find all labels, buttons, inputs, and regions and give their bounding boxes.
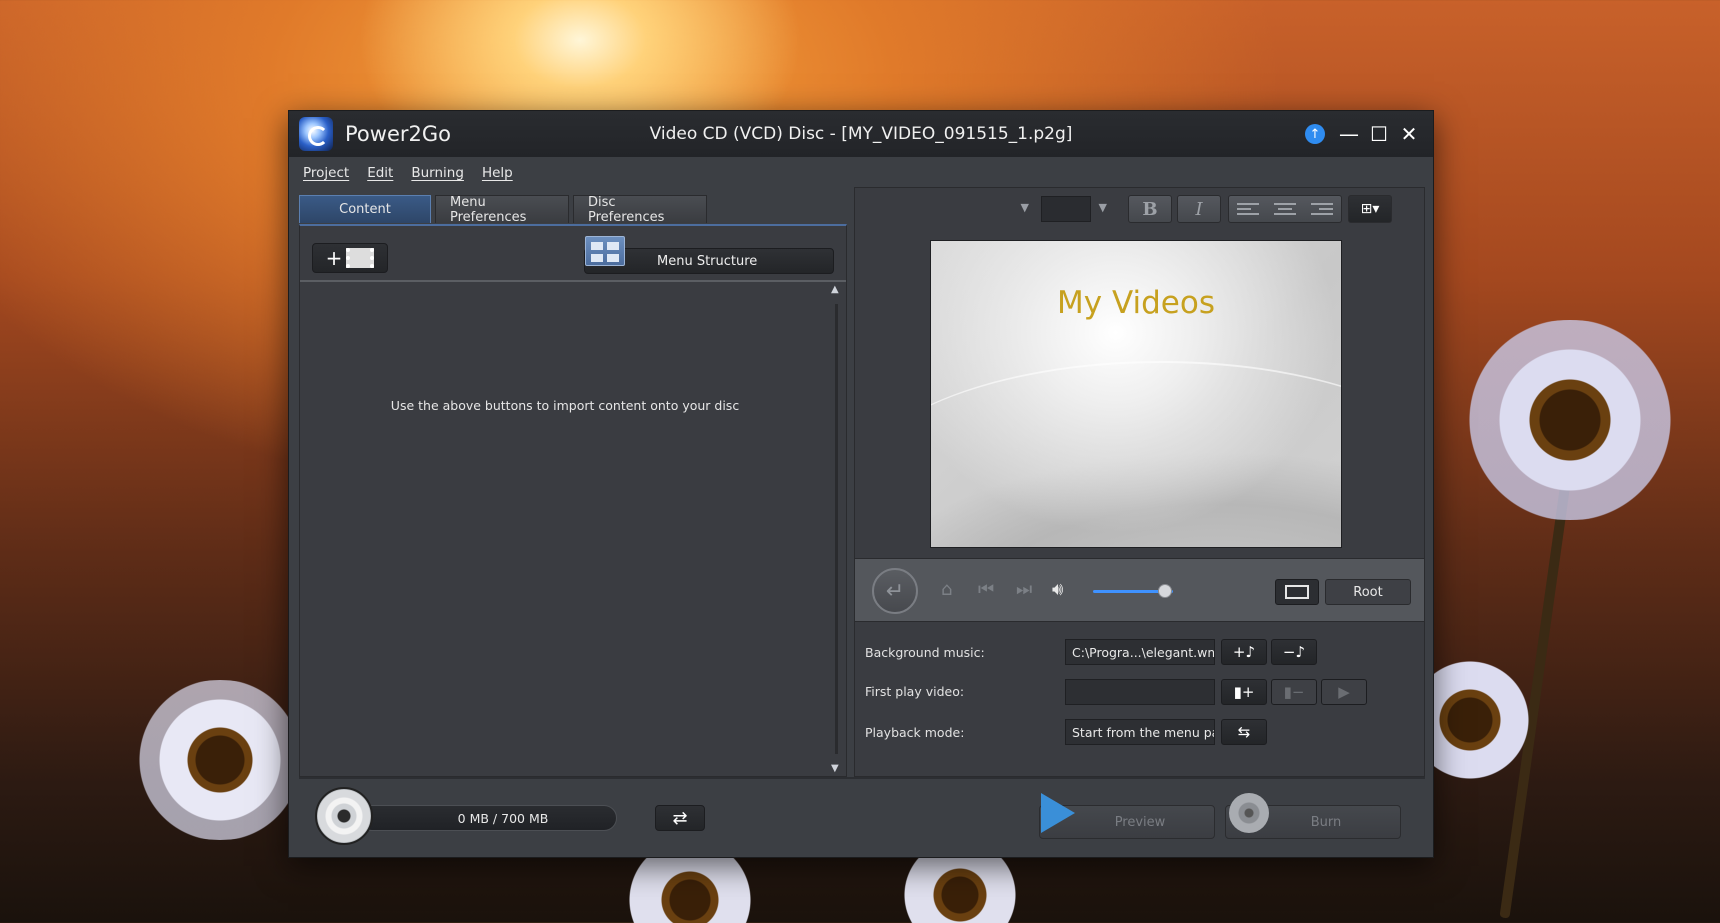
menu-project[interactable]: Project: [303, 165, 349, 187]
disc-status-bar: 0 MB / 700 MB ⇄ Preview Burn: [299, 777, 1425, 849]
preview-player-bar: ↵ ⌂ ⏮ ⏭ 🔊︎ Root: [855, 558, 1424, 622]
background-music-field[interactable]: C:\Progra...\elegant.wma: [1065, 639, 1215, 665]
volume-icon[interactable]: 🔊︎: [1052, 579, 1063, 600]
chevron-down-icon: ▼: [1020, 201, 1029, 214]
back-button[interactable]: ↵: [872, 568, 918, 614]
maximize-icon: ☐: [1370, 122, 1388, 146]
title-bar[interactable]: Power2Go Video CD (VCD) Disc - [MY_VIDEO…: [289, 111, 1433, 157]
playback-mode-field[interactable]: Start from the menu pa...: [1065, 719, 1215, 745]
remove-film-icon: ▮−: [1283, 683, 1305, 701]
grid-layout-icon: ⊞▾: [1360, 201, 1380, 217]
disc-capacity-bar: 0 MB / 700 MB: [359, 805, 617, 831]
return-icon: ↵: [885, 578, 905, 604]
previous-icon[interactable]: ⏮: [978, 579, 994, 600]
app-name: Power2Go: [345, 122, 451, 146]
maximize-button[interactable]: ☐: [1365, 121, 1393, 147]
swap-arrows-icon: ⇄: [672, 807, 688, 829]
italic-button[interactable]: I: [1177, 195, 1221, 223]
empty-content-hint: Use the above buttons to import content …: [390, 398, 740, 413]
background-daisy: [1440, 320, 1700, 520]
menu-edit[interactable]: Edit: [367, 165, 393, 187]
tab-content[interactable]: Content: [299, 195, 431, 223]
disc-type-switch-button[interactable]: ⇄: [655, 805, 705, 831]
film-icon: [346, 248, 375, 268]
alignment-group: [1228, 195, 1342, 223]
add-film-icon: ▮+: [1233, 683, 1255, 701]
update-button[interactable]: ↑: [1301, 121, 1329, 147]
plus-icon: +: [325, 246, 343, 270]
add-video-button[interactable]: +: [312, 243, 388, 273]
power2go-logo-icon: [299, 117, 333, 151]
arrow-up-icon: ↑: [1305, 124, 1325, 144]
volume-slider-handle[interactable]: [1158, 584, 1172, 598]
safe-zone-button[interactable]: [1275, 579, 1319, 605]
preview-play-icon: [1041, 793, 1075, 833]
home-icon[interactable]: ⌂: [941, 579, 952, 600]
align-center-button[interactable]: [1266, 196, 1303, 222]
scroll-track[interactable]: [835, 304, 838, 754]
playback-settings-icon: ⇆: [1237, 723, 1251, 741]
bold-icon: B: [1142, 198, 1158, 220]
first-play-video-field[interactable]: [1065, 679, 1215, 705]
play-icon: ▶: [1338, 683, 1350, 701]
minimize-button[interactable]: —: [1335, 121, 1363, 147]
add-first-play-video-button[interactable]: ▮+: [1221, 679, 1267, 705]
burn-disc-icon: [1229, 793, 1269, 833]
add-music-icon: +♪: [1232, 643, 1256, 661]
tab-menu-preferences[interactable]: Menu Preferences: [435, 195, 569, 225]
menu-title-text[interactable]: My Videos: [931, 285, 1341, 321]
scroll-down-icon[interactable]: ▼: [831, 763, 839, 774]
remove-first-play-video-button[interactable]: ▮−: [1271, 679, 1317, 705]
tab-strip: Content Menu Preferences Disc Preference…: [299, 195, 707, 225]
menu-preview-panel: ▼ ▼ B I ⊞▾ My Videos ↵ ⌂ ⏮ ⏭ 🔊︎ Root Bac…: [854, 187, 1425, 777]
content-scrollbar[interactable]: ▲ ▼: [830, 284, 844, 774]
font-size-select[interactable]: ▼: [1041, 196, 1109, 222]
close-icon: ✕: [1400, 122, 1418, 146]
font-size-field[interactable]: [1041, 196, 1091, 222]
menu-burning[interactable]: Burning: [411, 165, 464, 187]
next-icon[interactable]: ⏭: [1016, 579, 1032, 600]
minimize-icon: —: [1339, 122, 1359, 146]
disc-menu-preview[interactable]: My Videos: [930, 240, 1342, 548]
remove-music-icon: −♪: [1282, 643, 1306, 661]
italic-icon: I: [1195, 198, 1203, 220]
app-window: Power2Go Video CD (VCD) Disc - [MY_VIDEO…: [288, 110, 1434, 858]
font-select[interactable]: ▼: [863, 198, 1033, 220]
content-toolbar: + Menu Structure: [300, 226, 846, 282]
background-music-label: Background music:: [865, 645, 985, 660]
remove-music-button[interactable]: −♪: [1271, 639, 1317, 665]
close-button[interactable]: ✕: [1395, 121, 1423, 147]
text-format-toolbar: ▼ ▼ B I ⊞▾: [855, 188, 1424, 228]
layout-button[interactable]: ⊞▾: [1348, 195, 1392, 223]
menu-help[interactable]: Help: [482, 165, 513, 187]
menu-bar: Project Edit Burning Help: [303, 165, 513, 187]
playback-mode-settings-button[interactable]: ⇆: [1221, 719, 1267, 745]
screen-icon: [1285, 585, 1309, 599]
align-right-button[interactable]: [1304, 196, 1341, 222]
chevron-down-icon: ▼: [1098, 201, 1107, 214]
menu-level-label: Root: [1325, 579, 1411, 605]
disc-icon: [315, 787, 373, 845]
scroll-up-icon[interactable]: ▲: [831, 284, 839, 295]
tab-disc-preferences[interactable]: Disc Preferences: [573, 195, 707, 225]
add-music-button[interactable]: +♪: [1221, 639, 1267, 665]
play-first-play-video-button[interactable]: ▶: [1321, 679, 1367, 705]
content-panel: + Menu Structure Use the above buttons t…: [299, 224, 847, 777]
menu-structure-icon: [585, 236, 625, 266]
playback-mode-label: Playback mode:: [865, 725, 965, 740]
first-play-video-label: First play video:: [865, 684, 965, 699]
window-title: Video CD (VCD) Disc - [MY_VIDEO_091515_1…: [649, 124, 1073, 144]
align-left-button[interactable]: [1229, 196, 1266, 222]
bold-button[interactable]: B: [1128, 195, 1172, 223]
